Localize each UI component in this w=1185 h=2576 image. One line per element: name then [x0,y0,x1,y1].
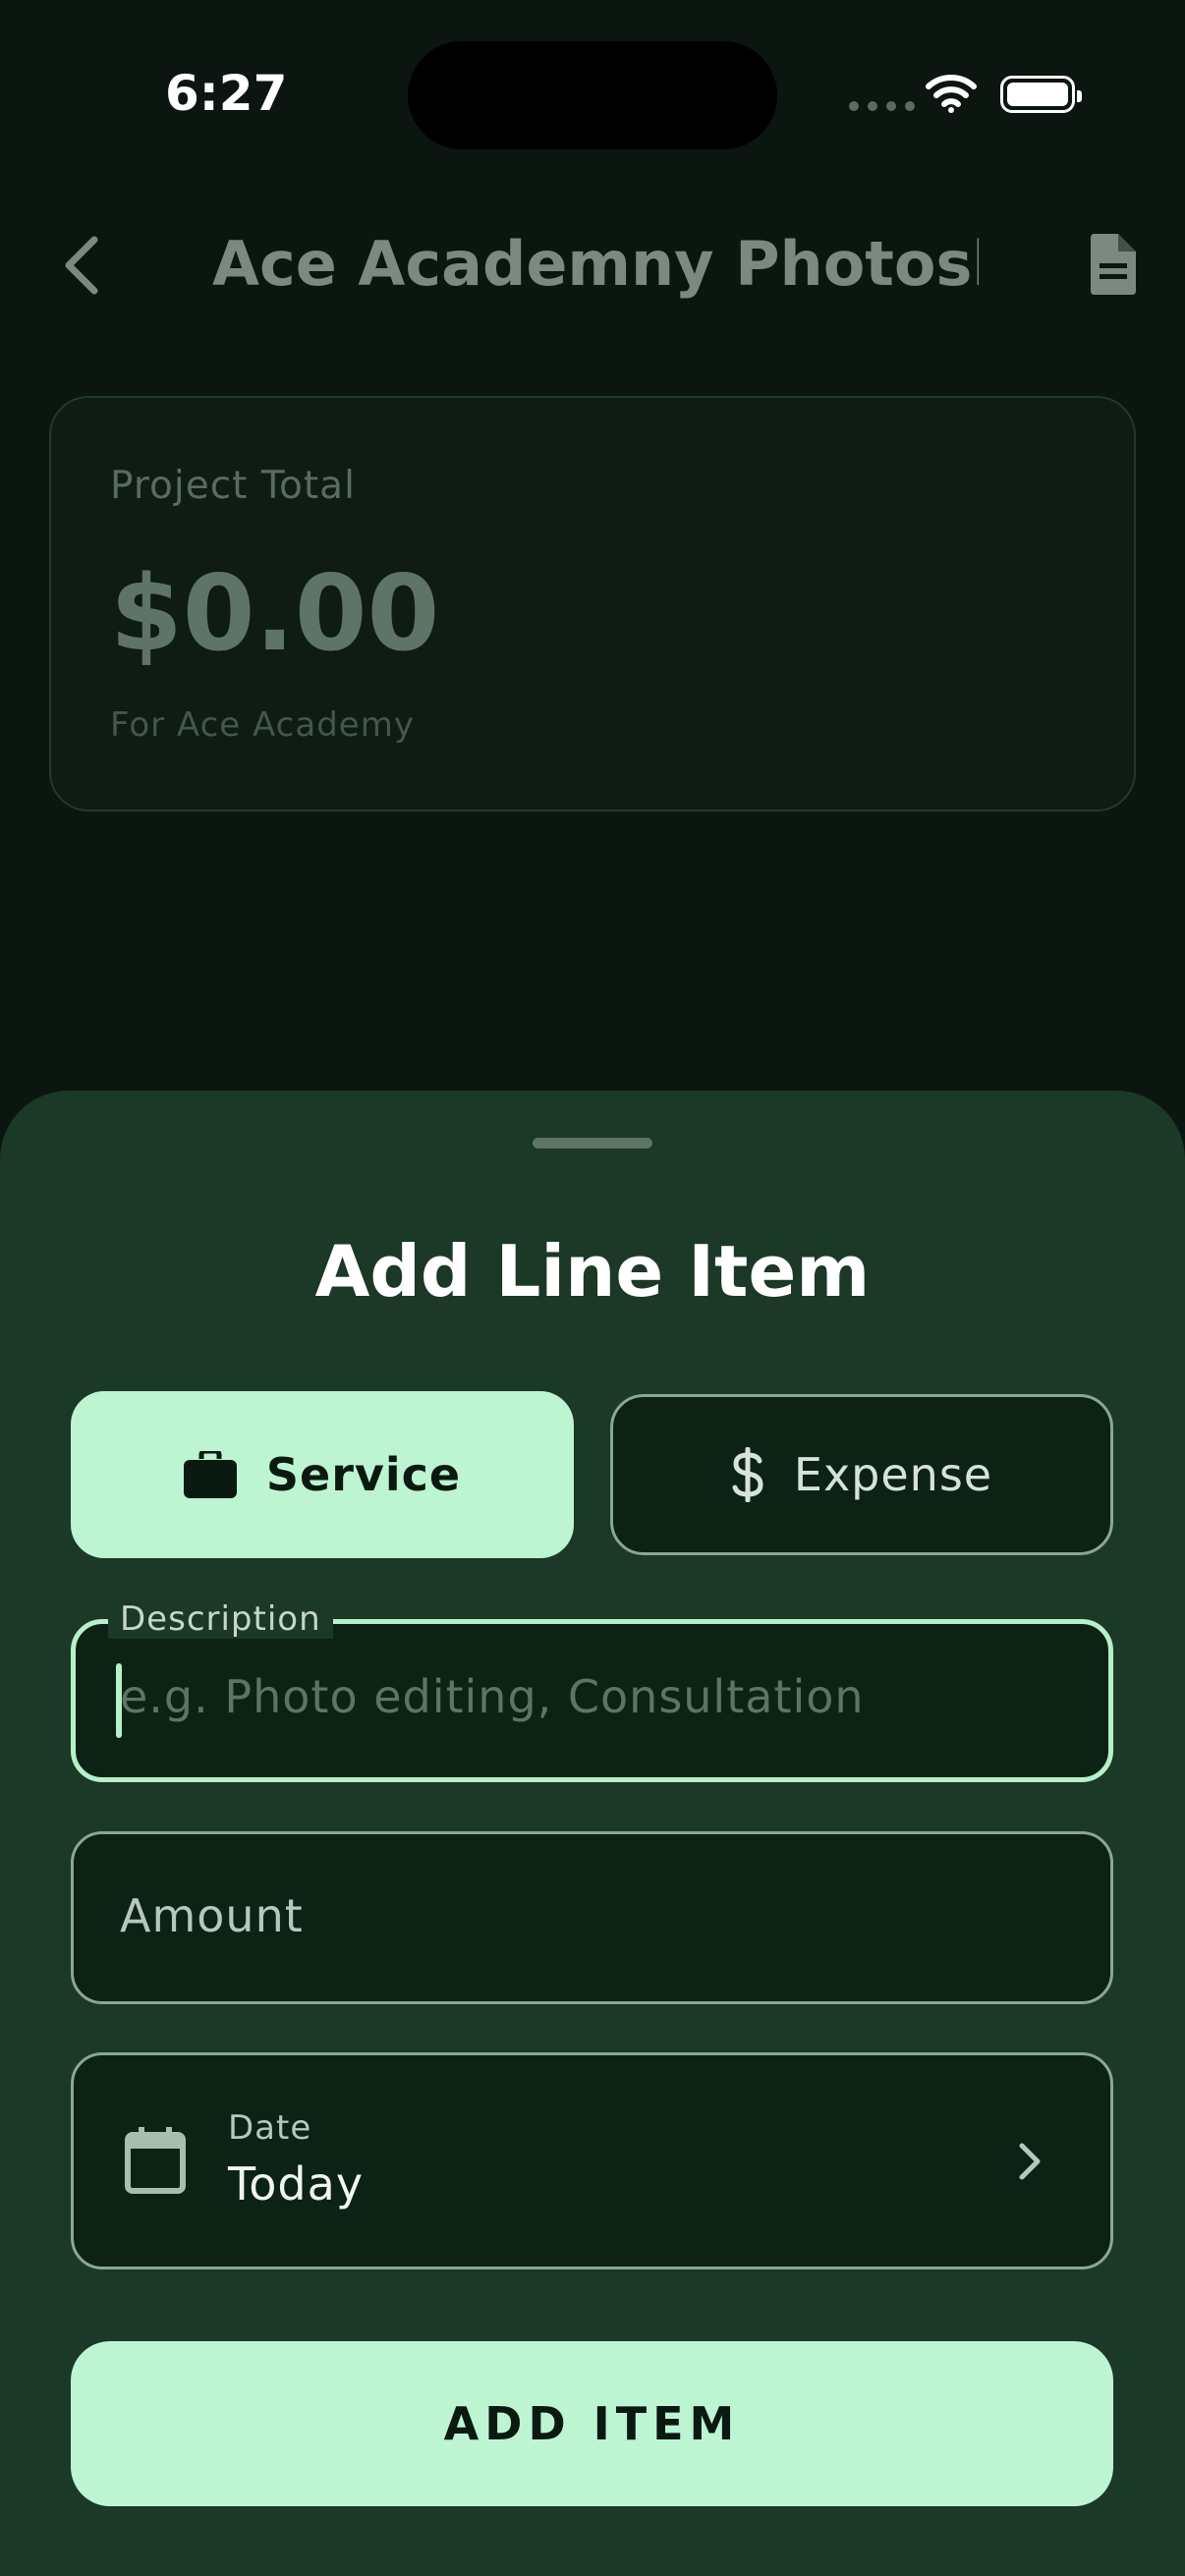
expense-type-label: Expense [793,1448,993,1501]
description-label: Description [120,1599,321,1639]
briefcase-icon [183,1451,237,1498]
calendar-icon [125,2127,186,2194]
dynamic-island [408,41,777,149]
status-time: 6:27 [165,65,288,122]
description-label-wrap: Description [108,1599,333,1639]
date-value: Today [228,2157,365,2211]
battery-icon [1000,76,1082,113]
date-label: Date [228,2108,312,2148]
cellular-signal-icon [849,101,915,111]
dollar-icon [732,1447,763,1502]
service-type-button[interactable]: Service [71,1391,574,1558]
document-icon[interactable] [1087,234,1136,295]
chevron-right-icon [1019,2143,1041,2180]
sheet-title: Add Line Item [314,1230,871,1313]
add-item-label: ADD ITEM [443,2397,741,2450]
project-total-label: Project Total [110,464,356,508]
sheet-grabber[interactable] [533,1138,652,1148]
project-total-amount: $0.00 [110,553,440,674]
page-title: Ace Academny Photosh... [212,228,979,300]
amount-placeholder: Amount [120,1889,304,1942]
description-placeholder: e.g. Photo editing, Consultation [120,1670,865,1723]
add-item-button[interactable]: ADD ITEM [71,2341,1113,2506]
service-type-label: Service [265,1448,462,1501]
project-client-line: For Ace Academy [110,705,415,745]
expense-type-button[interactable]: Expense [610,1394,1113,1555]
text-caret [116,1663,122,1738]
chevron-left-icon[interactable] [57,234,106,297]
wifi-icon [926,75,977,113]
